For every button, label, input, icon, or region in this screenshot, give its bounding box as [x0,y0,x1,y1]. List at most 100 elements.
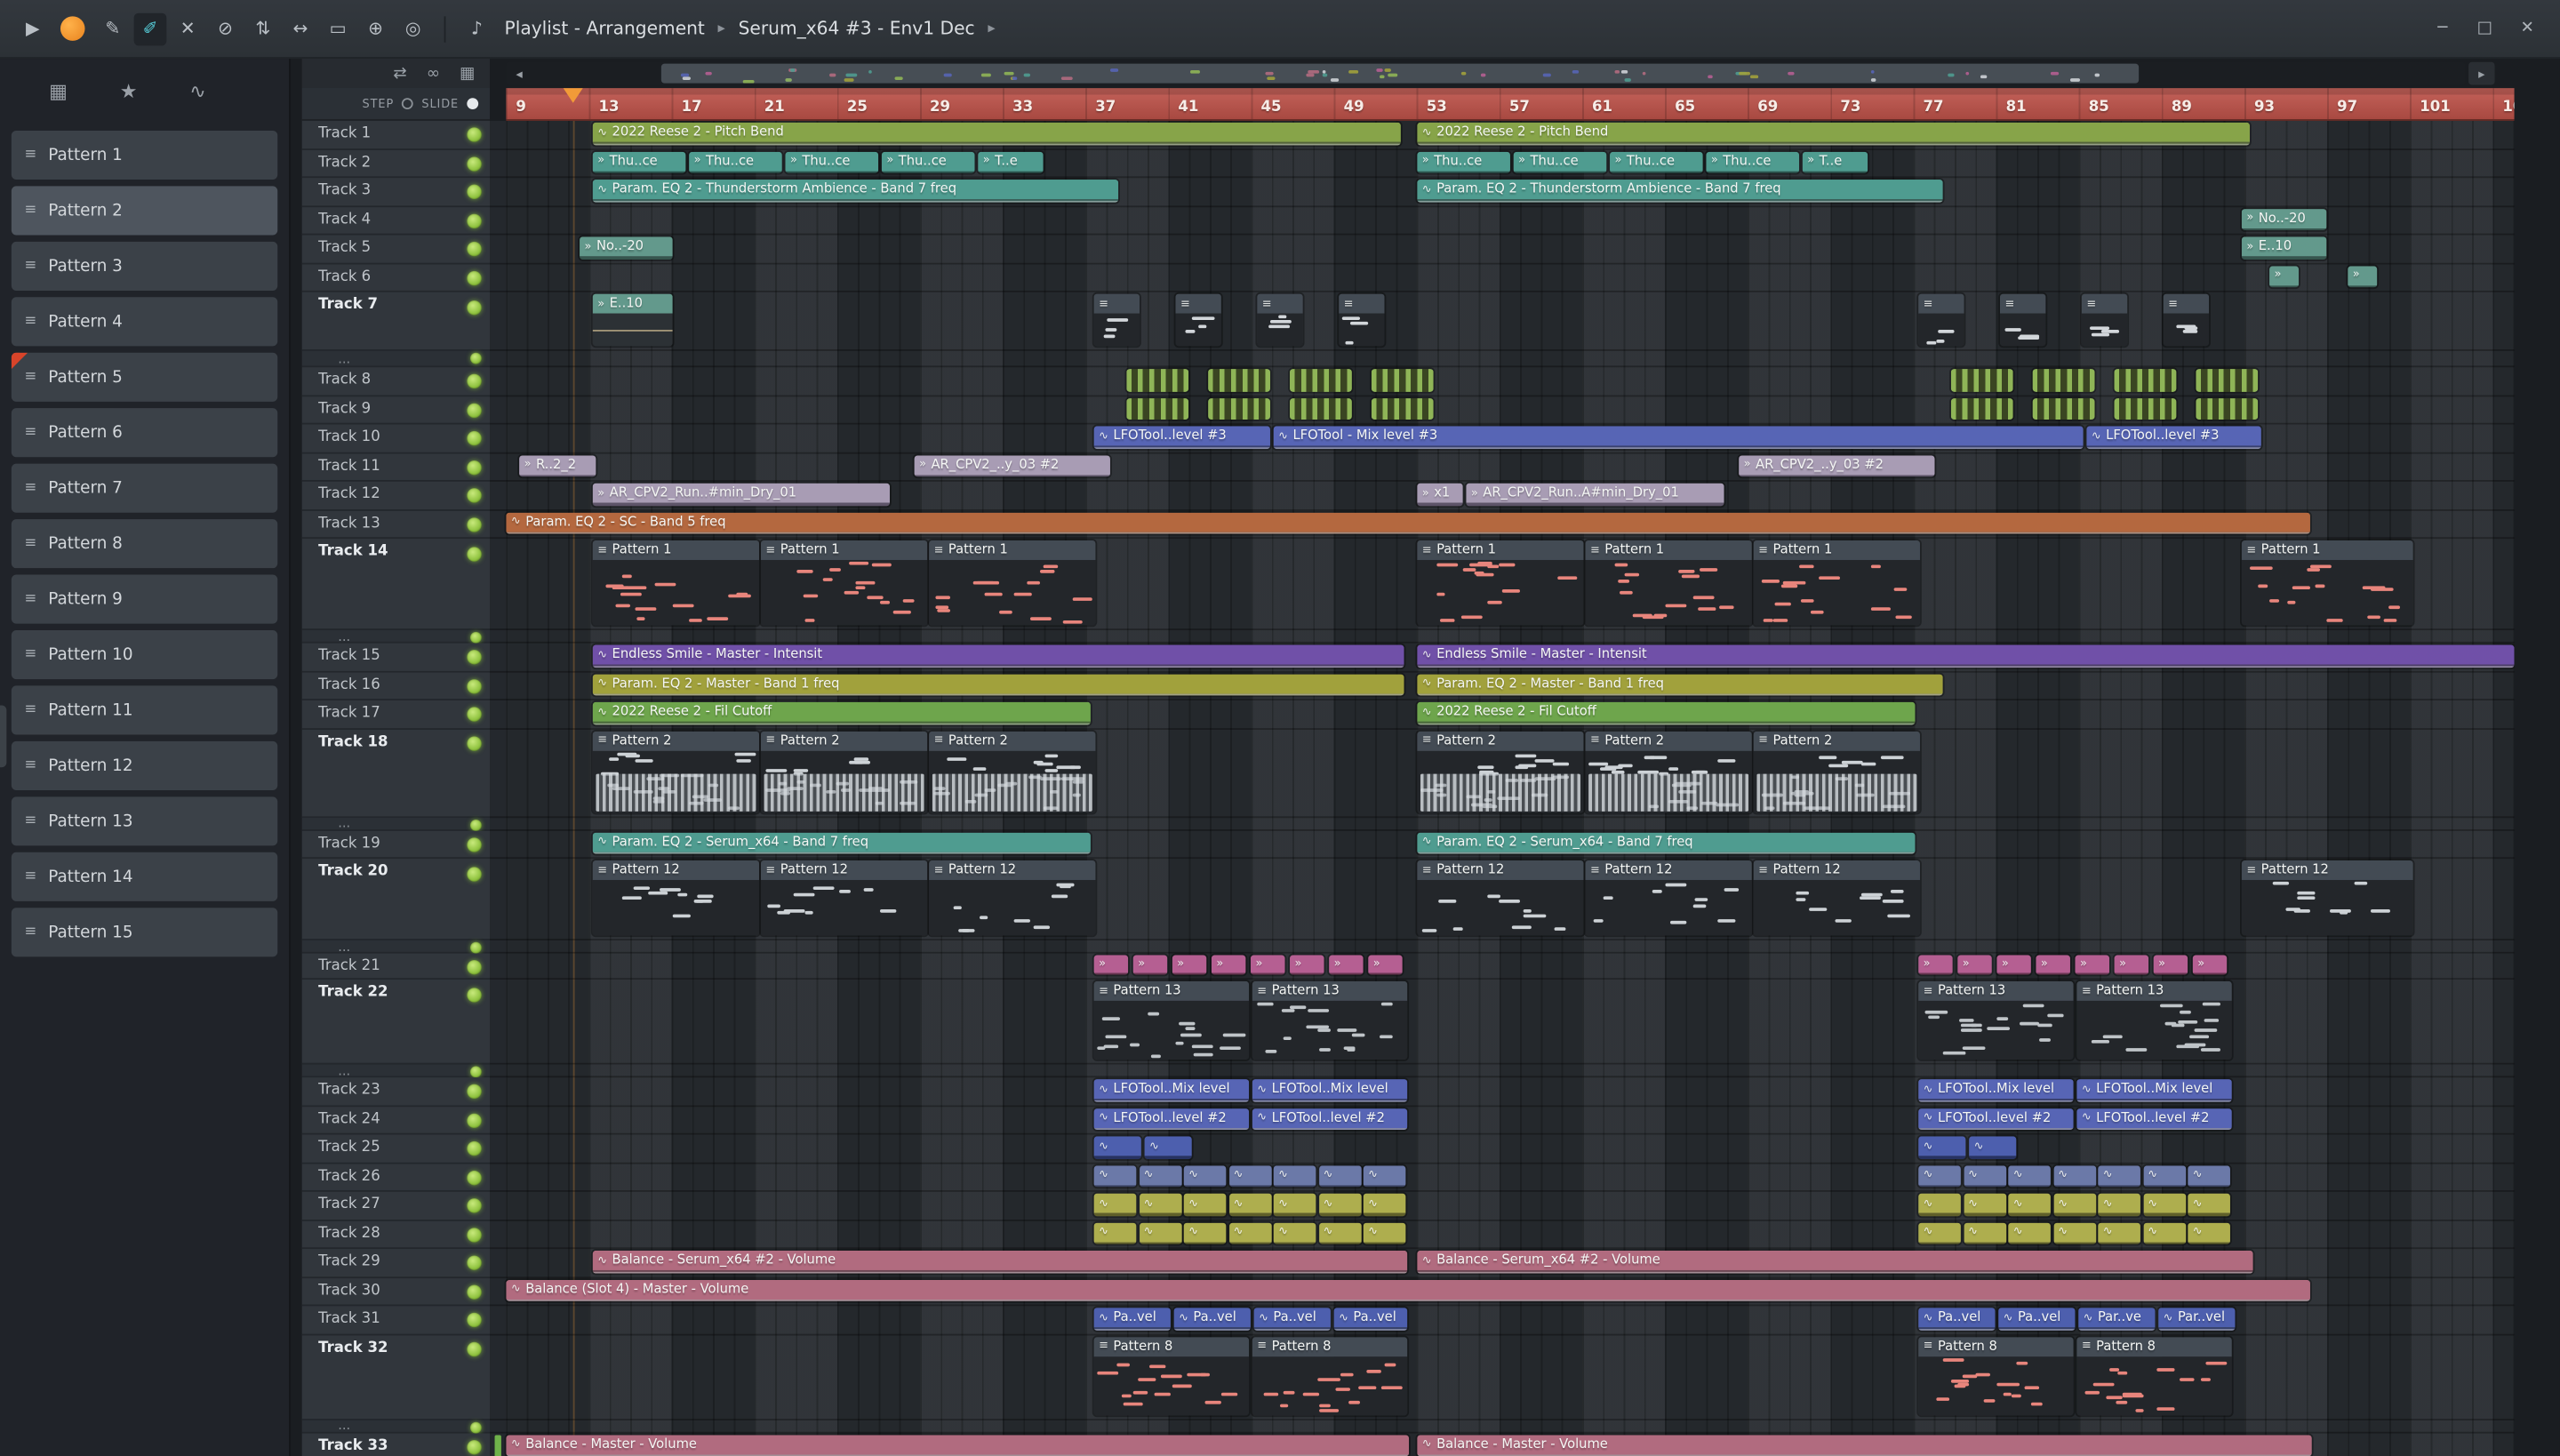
detach-icon[interactable]: ⇄ [393,65,406,83]
clip[interactable]: ∿ [1918,1193,1961,1216]
clip[interactable]: ∿ [1139,1193,1181,1216]
clip[interactable] [1371,397,1434,420]
breadcrumb-playlist[interactable]: Playlist - Arrangement [505,18,705,39]
clip[interactable]: » [2269,265,2300,288]
clip[interactable] [1290,397,1352,420]
clip[interactable]: ∿ [2008,1193,2051,1216]
playhead-marker[interactable] [563,88,583,103]
clip[interactable]: ∿ [1093,1164,1137,1188]
clip[interactable]: ∿ Endless Smile - Master - Intensit [592,644,1404,668]
track-led[interactable] [467,516,482,532]
track-led[interactable] [467,836,482,852]
slip-tool-icon[interactable]: ⇅ [246,12,279,45]
clip[interactable]: ∿ Param. EQ 2 - Serum_x64 - Band 7 freq [592,831,1091,854]
clip[interactable]: » [2036,955,2070,975]
clip[interactable]: ∿ Pa..vel [1173,1308,1251,1331]
clip[interactable]: ∿ Pa..vel [1998,1308,2076,1331]
clip[interactable] [1371,369,1434,391]
track-led[interactable] [467,1439,482,1455]
clip[interactable]: ≡ Pattern 2 [1753,730,1920,812]
clip[interactable]: ∿ [1144,1136,1192,1159]
clip[interactable] [2196,397,2259,420]
track-led[interactable] [467,987,482,1002]
clip[interactable]: ∿ LFOTool..Mix level [2076,1079,2232,1101]
track-led[interactable] [467,403,482,418]
clip[interactable]: ≡ Pattern 12 [1753,860,1920,936]
track-header[interactable]: Track 25 [301,1134,491,1164]
clip[interactable]: ≡ [1175,293,1221,347]
clip[interactable]: ∿ Param. EQ 2 - Thunderstorm Ambience - B… [1417,180,1943,202]
pattern-item[interactable]: ≡ Pattern 9 [11,574,278,624]
track-led[interactable] [467,374,482,389]
track-led[interactable] [467,156,482,172]
clip[interactable]: ∿ [2188,1164,2230,1188]
track-header[interactable]: Track 9 [301,396,491,425]
track-led[interactable] [467,1227,482,1243]
clip[interactable]: ∿ Param. EQ 2 - Serum_x64 - Band 7 freq [1417,831,1916,854]
clip[interactable]: ∿ LFOTool..level #2 [1093,1108,1250,1131]
clip[interactable]: ∿ [1228,1193,1271,1216]
track-header[interactable]: Track 15 [301,643,491,672]
clip[interactable]: ∿ [1969,1136,2017,1159]
clip[interactable]: ∿ [1318,1221,1361,1244]
patterns-view-icon[interactable]: ▦ [49,80,68,103]
grid-icon[interactable]: ▦ [460,65,475,83]
clip[interactable]: ∿ LFOTool..level #2 [1252,1108,1408,1131]
track-led[interactable] [467,1284,482,1300]
clip[interactable]: ∿ LFOTool - Mix level #3 [1273,426,2084,449]
clip[interactable]: » [1290,955,1324,975]
clip[interactable]: ≡ Pattern 12 [1585,860,1752,936]
track-led[interactable] [467,431,482,446]
clip[interactable]: ∿ [1318,1193,1361,1216]
clip[interactable]: ≡ Pattern 2 [1585,730,1752,812]
track-header[interactable]: Track 17 [301,700,491,730]
clip[interactable]: ∿ Balance - Serum_x64 #2 - Volume [592,1250,1408,1273]
mute-tool-icon[interactable]: ⊘ [209,12,242,45]
collapsed-track-row[interactable]: ... [301,1418,491,1433]
timeline-ruler[interactable]: 9 13 17 21 25 29 33 37 41 45 49 53 57 61 65 69 73 77 81 85 8… [506,88,2515,121]
clip[interactable]: ∿ Balance - Master - Volume [1417,1434,2312,1456]
breadcrumb-selection[interactable]: Serum_x64 #3 - Env1 Dec [739,18,975,39]
track-header[interactable]: Track 27 [301,1191,491,1220]
track-led[interactable] [467,270,482,285]
clip[interactable]: » [1211,955,1246,975]
clip[interactable]: ∿ [1183,1193,1227,1216]
track-led[interactable] [469,941,482,954]
audio-preview-icon[interactable]: ♪ [460,12,493,45]
clip[interactable]: » Thu..ce [1610,150,1703,173]
track-header[interactable]: Track 21 [301,953,491,980]
track-led[interactable] [467,488,482,504]
track-header[interactable]: Track 7 [301,292,491,351]
pattern-item[interactable]: ≡ Pattern 13 [11,796,278,846]
track-led[interactable] [467,1341,482,1357]
track-header[interactable]: Track 30 [301,1277,491,1307]
clip[interactable]: » [2348,265,2378,288]
clip[interactable]: ≡ Pattern 2 [1417,730,1584,812]
track-header[interactable]: Track 13 [301,509,491,540]
clip[interactable]: ≡ Pattern 1 [1753,540,1920,626]
track-header[interactable]: Track 16 [301,671,491,700]
clip[interactable] [1208,397,1270,420]
track-led[interactable] [467,959,482,974]
step-toggle[interactable] [402,98,414,110]
pattern-item[interactable]: ≡ Pattern 10 [11,629,278,680]
close-button[interactable]: ✕ [2511,12,2544,45]
clip[interactable]: ≡ Pattern 1 [2241,540,2413,626]
scroll-right-button[interactable]: ▸ [2468,61,2495,85]
clip[interactable] [2114,397,2177,420]
track-led[interactable] [467,866,482,881]
clip[interactable]: » Thu..ce [689,150,782,173]
clip[interactable]: » T..e [978,150,1044,173]
link-icon[interactable]: ∞ [427,65,440,83]
track-header[interactable]: Track 4 [301,206,491,236]
clip[interactable]: » AR_CPV2_..y_03 #2 [914,454,1110,477]
clip[interactable]: ∿ [2052,1221,2096,1244]
track-led[interactable] [467,707,482,723]
clip[interactable]: ∿ [1183,1164,1227,1188]
clip[interactable]: ≡ Pattern 13 [1918,980,2074,1060]
clip[interactable]: » R..2_2 [519,454,596,477]
track-header[interactable]: Track 5 [301,235,491,264]
collapsed-track-row[interactable]: ... [301,350,491,368]
track-header[interactable]: Track 3 [301,178,491,207]
pattern-item[interactable]: ≡ Pattern 12 [11,740,278,790]
